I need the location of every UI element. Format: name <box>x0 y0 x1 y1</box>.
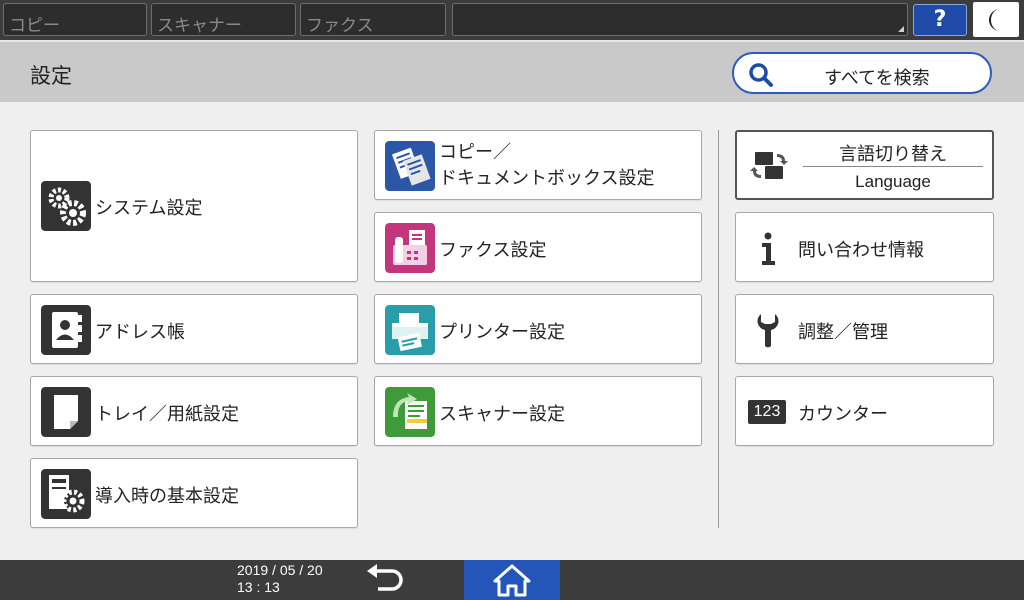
language-switch-button[interactable]: 言語切り替え Language <box>735 130 994 200</box>
settings-menu: システム設定 アドレス帳 トレイ／用紙設定 導入時の基本設定 コピー／ ドキュメ… <box>0 102 1024 560</box>
language-switch-label-en: Language <box>855 172 931 191</box>
fax-app-tab[interactable]: ファクス <box>300 3 446 36</box>
initial-setup-icon <box>41 469 91 519</box>
back-button[interactable] <box>360 562 410 598</box>
scanner-settings-label: スキャナー設定 <box>439 404 565 425</box>
counter-123-icon: 123 <box>748 400 786 424</box>
language-switch-icon <box>750 152 788 179</box>
adjustment-management-button[interactable]: 調整／管理 <box>735 294 994 364</box>
expand-corner-icon <box>898 26 904 32</box>
system-settings-label: システム設定 <box>95 198 203 219</box>
current-time: 13 : 13 <box>237 579 280 595</box>
initial-setup-button[interactable]: 導入時の基本設定 <box>30 458 358 528</box>
counter-label: カウンター <box>798 404 888 425</box>
bottom-bar: 2019 / 05 / 20 13 : 13 <box>0 560 1024 600</box>
page-header: 設定 すべてを検索 <box>0 40 1024 102</box>
inquiry-info-button[interactable]: 問い合わせ情報 <box>735 212 994 282</box>
tray-paper-settings-label: トレイ／用紙設定 <box>95 404 239 425</box>
tray-paper-settings-button[interactable]: トレイ／用紙設定 <box>30 376 358 446</box>
fax-icon <box>385 223 435 273</box>
initial-setup-label: 導入時の基本設定 <box>95 486 239 507</box>
column-divider <box>718 130 719 528</box>
top-bar: コピー スキャナー ファクス ? <box>0 0 1024 40</box>
moon-icon <box>989 9 1000 31</box>
energy-saver-button[interactable] <box>973 2 1019 37</box>
home-button[interactable] <box>464 560 560 600</box>
language-switch-label-ja: 言語切り替え <box>839 144 947 165</box>
copier-document-box-icon <box>385 141 435 191</box>
address-book-icon <box>41 305 91 355</box>
address-book-label: アドレス帳 <box>95 322 185 343</box>
inquiry-info-label: 問い合わせ情報 <box>798 240 924 261</box>
scanner-settings-button[interactable]: スキャナー設定 <box>374 376 702 446</box>
system-settings-button[interactable]: システム設定 <box>30 130 358 282</box>
home-icon <box>493 564 531 597</box>
search-all-button[interactable]: すべてを検索 <box>732 52 992 94</box>
message-area[interactable] <box>452 3 908 36</box>
system-settings-gear-icon <box>41 181 91 231</box>
adjustment-management-label: 調整／管理 <box>798 322 888 343</box>
tray-paper-icon <box>41 387 91 437</box>
counter-button[interactable]: 123 カウンター <box>735 376 994 446</box>
printer-settings-button[interactable]: プリンター設定 <box>374 294 702 364</box>
printer-settings-label: プリンター設定 <box>439 322 565 343</box>
search-icon <box>749 63 773 87</box>
scanner-icon <box>385 387 435 437</box>
language-label-divider <box>803 166 983 167</box>
copier-document-box-label-line2: ドキュメントボックス設定 <box>439 168 655 189</box>
wrench-icon <box>757 314 779 348</box>
help-button[interactable]: ? <box>913 4 967 36</box>
copy-app-tab[interactable]: コピー <box>3 3 147 36</box>
scanner-app-tab[interactable]: スキャナー <box>151 3 296 36</box>
page-title: 設定 <box>30 64 72 88</box>
current-date: 2019 / 05 / 20 <box>237 562 323 578</box>
info-icon <box>762 232 775 265</box>
copier-document-box-settings-button[interactable]: コピー／ ドキュメントボックス設定 <box>374 130 702 200</box>
fax-settings-label: ファクス設定 <box>439 240 547 261</box>
back-arrow-icon <box>367 564 403 591</box>
copier-document-box-label-line1: コピー／ <box>439 142 511 163</box>
date-time: 2019 / 05 / 20 13 : 13 <box>237 562 323 596</box>
printer-icon <box>385 305 435 355</box>
fax-settings-button[interactable]: ファクス設定 <box>374 212 702 282</box>
address-book-button[interactable]: アドレス帳 <box>30 294 358 364</box>
search-all-label: すべてを検索 <box>824 68 930 89</box>
